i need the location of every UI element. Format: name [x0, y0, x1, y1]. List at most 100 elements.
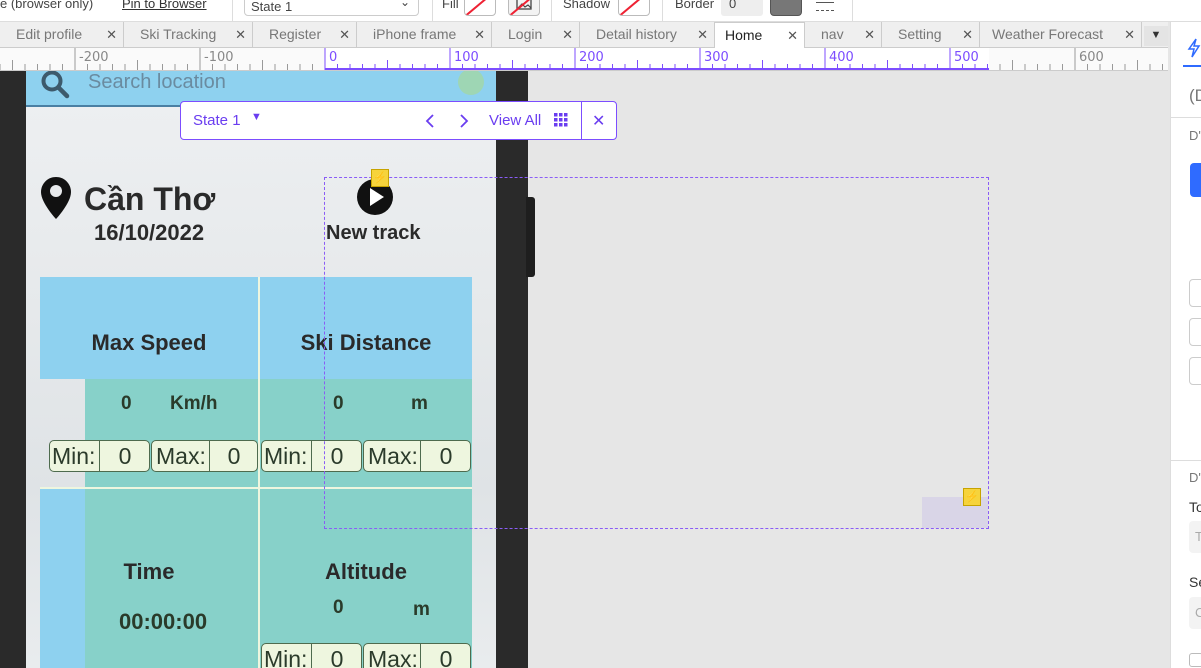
panel-input[interactable]: [1189, 318, 1201, 346]
time-card: Time 00:00:00: [40, 489, 258, 668]
close-icon[interactable]: ✕: [864, 27, 875, 43]
horizontal-ruler: -200 -100 0 100 200 300 400 500 600: [0, 48, 1168, 71]
city-name: Cần Thơ: [84, 181, 216, 217]
location-icon[interactable]: [458, 71, 484, 95]
panel-input[interactable]: C: [1189, 597, 1201, 629]
tab-weather-forecast[interactable]: Weather Forecast ✕: [980, 22, 1142, 48]
chevron-right-icon[interactable]: [458, 113, 470, 129]
tab-label: Login: [508, 26, 543, 42]
panel-label: Se: [1189, 574, 1201, 590]
close-icon[interactable]: ✕: [592, 111, 605, 131]
close-icon[interactable]: ✕: [339, 27, 350, 43]
ruler-label: -100: [204, 50, 234, 65]
panel-input[interactable]: T: [1189, 521, 1201, 553]
toolbar-divider: [551, 0, 552, 21]
max-label: Max:: [368, 646, 418, 668]
tab-label: Detail history: [596, 26, 677, 42]
grid-icon[interactable]: [554, 113, 568, 127]
active-tab-indicator: [1183, 65, 1201, 67]
close-icon[interactable]: ✕: [235, 27, 246, 43]
shadow-color-swatch[interactable]: [618, 0, 650, 16]
close-icon[interactable]: ✕: [787, 28, 798, 44]
primary-action-button[interactable]: [1190, 163, 1201, 197]
ruler-label: 500: [954, 50, 979, 65]
state-dropdown[interactable]: State 1: [193, 112, 241, 129]
tab-label: iPhone frame: [373, 26, 457, 42]
min-value: 0: [118, 443, 132, 469]
ruler-label: 600: [1079, 50, 1104, 65]
lightning-icon[interactable]: [1187, 38, 1201, 58]
tab-edit-profile[interactable]: Edit profile ✕: [0, 22, 124, 48]
state-select[interactable]: State 1 ⌄: [244, 0, 419, 16]
border-style-icon[interactable]: [816, 2, 834, 11]
ruler-label: 400: [829, 50, 854, 65]
interaction-bolt-icon[interactable]: ⚡: [371, 169, 389, 187]
ruler-label: 100: [454, 50, 479, 65]
min-label: Min:: [52, 443, 96, 469]
property-toolbar: e (browser only) Pin to Browser State 1 …: [0, 0, 1201, 22]
image-fill-icon[interactable]: [508, 0, 540, 16]
ruler-label: 300: [704, 50, 729, 65]
search-location-input[interactable]: Search location: [88, 71, 226, 94]
current-date: 16/10/2022: [94, 220, 205, 245]
close-icon[interactable]: ✕: [106, 27, 117, 43]
chevron-left-icon[interactable]: [424, 113, 436, 129]
tab-label: Home: [725, 27, 763, 43]
map-pin-icon: [41, 177, 71, 219]
tab-label: nav: [821, 26, 844, 42]
altitude-max-box: Max: 0: [363, 643, 471, 668]
altitude-min-box: Min: 0: [261, 643, 362, 668]
ruler-label: -200: [79, 50, 109, 65]
browser-only-label: e (browser only): [0, 0, 94, 11]
border-width-input[interactable]: 0: [721, 0, 763, 16]
tab-login[interactable]: Login ✕: [492, 22, 580, 48]
min-label: Min:: [264, 646, 308, 668]
caret-down-icon[interactable]: ▼: [251, 111, 262, 123]
search-icon[interactable]: [40, 71, 70, 99]
tab-detail-history[interactable]: Detail history ✕: [580, 22, 715, 48]
close-icon[interactable]: ✕: [562, 27, 573, 43]
fill-label: Fill: [442, 0, 459, 11]
shadow-label: Shadow: [563, 0, 610, 11]
toolbar-divider: [432, 0, 433, 21]
close-icon[interactable]: ✕: [474, 27, 485, 43]
panel-input[interactable]: [1189, 279, 1201, 307]
max-speed-max-box: Max: 0: [151, 440, 258, 472]
ruler-label: 0: [329, 50, 338, 65]
tab-label: Setting: [898, 26, 942, 42]
interaction-bolt-icon[interactable]: ⚡: [963, 488, 981, 506]
tab-home[interactable]: Home ✕: [715, 22, 805, 48]
fill-color-swatch[interactable]: [464, 0, 496, 16]
tab-ski-tracking[interactable]: Ski Tracking ✕: [124, 22, 253, 48]
tab-register[interactable]: Register ✕: [253, 22, 357, 48]
grid-divider: [258, 277, 260, 668]
close-icon[interactable]: ✕: [962, 27, 973, 43]
max-speed-min-box: Min: 0: [49, 440, 150, 472]
max-label: Max:: [156, 443, 206, 469]
max-value: 0: [439, 646, 453, 668]
tab-label: Register: [269, 26, 322, 42]
divider: [1171, 117, 1201, 118]
chevron-down-icon: ⌄: [399, 0, 410, 9]
card-header: [40, 277, 258, 379]
selection-box[interactable]: [324, 177, 989, 529]
ruler-label: 200: [579, 50, 604, 65]
right-properties-panel: (D D' D' To T Se C: [1170, 22, 1201, 668]
state-toolbar: State 1 ▼ View All ✕: [180, 101, 617, 140]
divider: [581, 102, 582, 139]
view-all-button[interactable]: View All: [489, 112, 541, 129]
panel-checkbox[interactable]: [1189, 653, 1201, 667]
tab-nav[interactable]: nav ✕: [805, 22, 882, 48]
panel-label: D': [1189, 470, 1201, 485]
panel-input[interactable]: [1189, 357, 1201, 385]
time-value: 00:00:00: [119, 609, 208, 634]
max-value: 0: [227, 443, 241, 469]
close-icon[interactable]: ✕: [1124, 27, 1135, 43]
min-value: 0: [330, 646, 344, 668]
tab-setting[interactable]: Setting ✕: [882, 22, 980, 48]
tab-overflow-button[interactable]: ▼: [1144, 26, 1168, 46]
border-color-swatch[interactable]: [770, 0, 802, 16]
close-icon[interactable]: ✕: [697, 27, 708, 43]
tab-iphone-frame[interactable]: iPhone frame ✕: [357, 22, 492, 48]
pin-to-browser-link[interactable]: Pin to Browser: [122, 0, 207, 11]
